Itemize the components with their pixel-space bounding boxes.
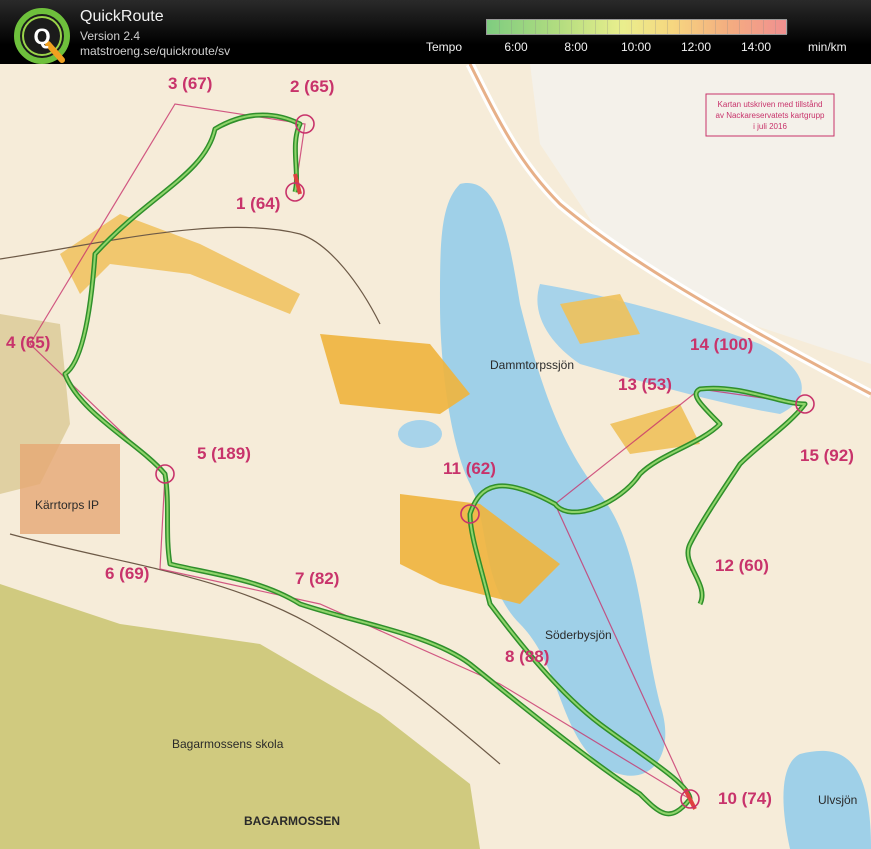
place-soderbysjon: Söderbysjön xyxy=(545,628,612,642)
control-label-7: 7 (82) xyxy=(295,569,339,588)
control-label-10: 10 (74) xyxy=(718,789,772,808)
control-label-15: 15 (92) xyxy=(800,446,854,465)
place-bagarmossen: BAGARMOSSEN xyxy=(244,814,340,828)
legend-tick: 14:00 xyxy=(740,40,772,54)
control-label-4: 4 (65) xyxy=(6,333,50,352)
control-label-8: 8 (88) xyxy=(505,647,549,666)
orienteering-map[interactable]: Kartan utskriven med tillstånd av Nackar… xyxy=(0,64,871,849)
control-label-14: 14 (100) xyxy=(690,335,753,354)
control-label-1: 1 (64) xyxy=(236,194,280,213)
legend-tick: 12:00 xyxy=(680,40,712,54)
control-label-11: 11 (62) xyxy=(443,459,496,478)
legend-tick: 10:00 xyxy=(620,40,652,54)
sports-field xyxy=(20,444,120,534)
legend-label: Tempo xyxy=(426,40,463,54)
app-title: QuickRoute xyxy=(80,8,164,25)
control-label-13: 13 (53) xyxy=(618,375,672,394)
map-notice-line: Kartan utskriven med tillstånd xyxy=(718,100,823,109)
map-notice-line: i juli 2016 xyxy=(753,122,787,131)
control-label-3: 3 (67) xyxy=(168,74,212,93)
legend-cell xyxy=(775,20,788,34)
map-notice-line: av Nackareservatets kartgrupp xyxy=(716,111,825,120)
place-ulvsjon: Ulvsjön xyxy=(818,793,857,807)
place-dammtorpssjon: Dammtorpssjön xyxy=(490,358,574,372)
legend-tick: 8:00 xyxy=(564,40,588,54)
app-header: Q QuickRoute Version 2.4 matstroeng.se/q… xyxy=(0,0,871,64)
control-label-2: 2 (65) xyxy=(290,77,334,96)
place-kartorps-ip: Kärrtorps IP xyxy=(35,498,99,512)
place-bagarmossen-skola: Bagarmossens skola xyxy=(172,737,284,751)
control-label-6: 6 (69) xyxy=(105,564,149,583)
logo-letter: Q xyxy=(33,24,50,49)
tempo-legend-bar xyxy=(486,19,788,35)
control-label-12: 12 (60) xyxy=(715,556,769,575)
legend-tick: 6:00 xyxy=(504,40,528,54)
control-label-5: 5 (189) xyxy=(197,444,251,463)
legend-unit: min/km xyxy=(808,40,847,54)
pond xyxy=(398,420,442,448)
quickroute-logo-icon: Q xyxy=(14,8,70,64)
app-url[interactable]: matstroeng.se/quickroute/sv xyxy=(80,44,230,58)
app-version: Version 2.4 xyxy=(80,29,141,43)
